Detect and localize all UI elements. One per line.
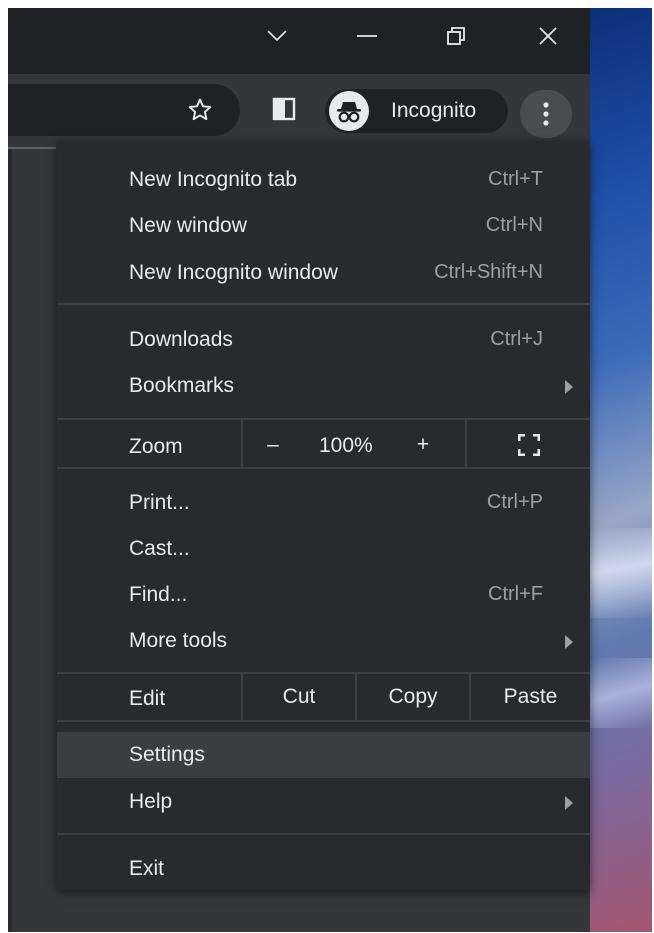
copy-button[interactable]: Copy (357, 674, 469, 720)
menu-item-new-window[interactable]: New window Ctrl+N (57, 203, 590, 249)
profile-button[interactable]: Incognito (325, 89, 508, 133)
menu-item-exit[interactable]: Exit (57, 846, 590, 892)
zoom-plus-icon: + (416, 433, 430, 456)
profile-label: Incognito (391, 99, 477, 122)
restore-icon (447, 26, 465, 45)
page-divider (8, 147, 56, 149)
shortcut-label: Ctrl+F (488, 583, 543, 605)
menu-item-downloads[interactable]: Downloads Ctrl+J (57, 317, 590, 363)
zoom-minus-icon: – (267, 433, 279, 456)
menu-item-more-tools[interactable]: More tools (57, 618, 590, 664)
menu-label: More tools (129, 629, 228, 652)
menu-item-help[interactable]: Help (57, 779, 590, 825)
menu-label: New Incognito window (129, 261, 338, 284)
shortcut-label: Ctrl+T (488, 168, 543, 190)
menu-item-new-incognito-tab[interactable]: New Incognito tab Ctrl+T (57, 157, 590, 203)
minimize-icon (357, 34, 377, 37)
side-panel-icon (272, 97, 296, 121)
shortcut-label: Ctrl+J (490, 328, 543, 350)
menu-label: New Incognito tab (129, 168, 298, 191)
wallpaper-streak (590, 658, 652, 728)
menu-label: Exit (129, 857, 165, 880)
menu-separator (57, 720, 590, 722)
title-bar (8, 8, 590, 74)
submenu-arrow-icon (565, 635, 573, 649)
menu-label: Settings (129, 743, 205, 766)
menu-item-settings[interactable]: Settings (57, 732, 590, 778)
paste-button[interactable]: Paste (471, 674, 590, 720)
chevron-down-icon (267, 29, 287, 41)
submenu-arrow-icon (565, 380, 573, 394)
zoom-level: 100% (319, 434, 373, 457)
menu-separator (57, 833, 590, 835)
incognito-icon (329, 91, 369, 131)
tab-search-button[interactable] (252, 8, 302, 63)
bookmark-star-button[interactable] (184, 94, 216, 126)
minimize-button[interactable] (338, 8, 396, 63)
side-panel-button[interactable] (271, 96, 297, 122)
menu-label: Downloads (129, 328, 233, 351)
zoom-out-button[interactable]: – (243, 423, 303, 467)
menu-label: Bookmarks (129, 374, 235, 397)
zoom-in-button[interactable]: + (403, 423, 443, 467)
menu-item-print[interactable]: Print... Ctrl+P (57, 480, 590, 526)
toolbar: Incognito (8, 74, 590, 147)
wallpaper-streak (590, 528, 652, 618)
screenshot-frame: Incognito New Incognito tab Ctrl+T New w… (8, 8, 652, 932)
address-bar[interactable] (8, 84, 240, 136)
browser-window: Incognito New Incognito tab Ctrl+T New w… (8, 8, 590, 932)
edit-label: Edit (129, 687, 166, 710)
close-window-button[interactable] (518, 8, 578, 63)
shortcut-label: Ctrl+P (486, 491, 543, 513)
menu-separator (57, 303, 590, 305)
menu-label: Cast... (129, 537, 190, 560)
star-icon (188, 98, 212, 121)
menu-label: Help (129, 790, 173, 813)
shortcut-label: Ctrl+N (485, 214, 543, 236)
menu-item-cast[interactable]: Cast... (57, 526, 590, 572)
customize-menu-button[interactable] (520, 90, 572, 138)
close-icon (539, 26, 557, 45)
fullscreen-icon (517, 434, 540, 456)
shortcut-label: Ctrl+Shift+N (434, 261, 543, 283)
menu-item-find[interactable]: Find... Ctrl+F (57, 572, 590, 618)
menu-label: Print... (129, 491, 190, 514)
menu-separator (57, 467, 590, 469)
menu-label: New window (129, 214, 247, 237)
zoom-label: Zoom (129, 435, 183, 458)
app-menu: New Incognito tab Ctrl+T New window Ctrl… (57, 141, 590, 890)
page-content (8, 149, 12, 932)
menu-separator (57, 418, 590, 420)
cut-button[interactable]: Cut (243, 674, 355, 720)
menu-item-new-incognito-window[interactable]: New Incognito window Ctrl+Shift+N (57, 250, 590, 296)
menu-label: Find... (129, 583, 188, 606)
kebab-icon (543, 102, 549, 126)
menu-item-bookmarks[interactable]: Bookmarks (57, 363, 590, 409)
fullscreen-button[interactable] (467, 423, 590, 467)
desktop-wallpaper (590, 8, 652, 932)
restore-button[interactable] (428, 8, 484, 63)
submenu-arrow-icon (565, 796, 573, 810)
